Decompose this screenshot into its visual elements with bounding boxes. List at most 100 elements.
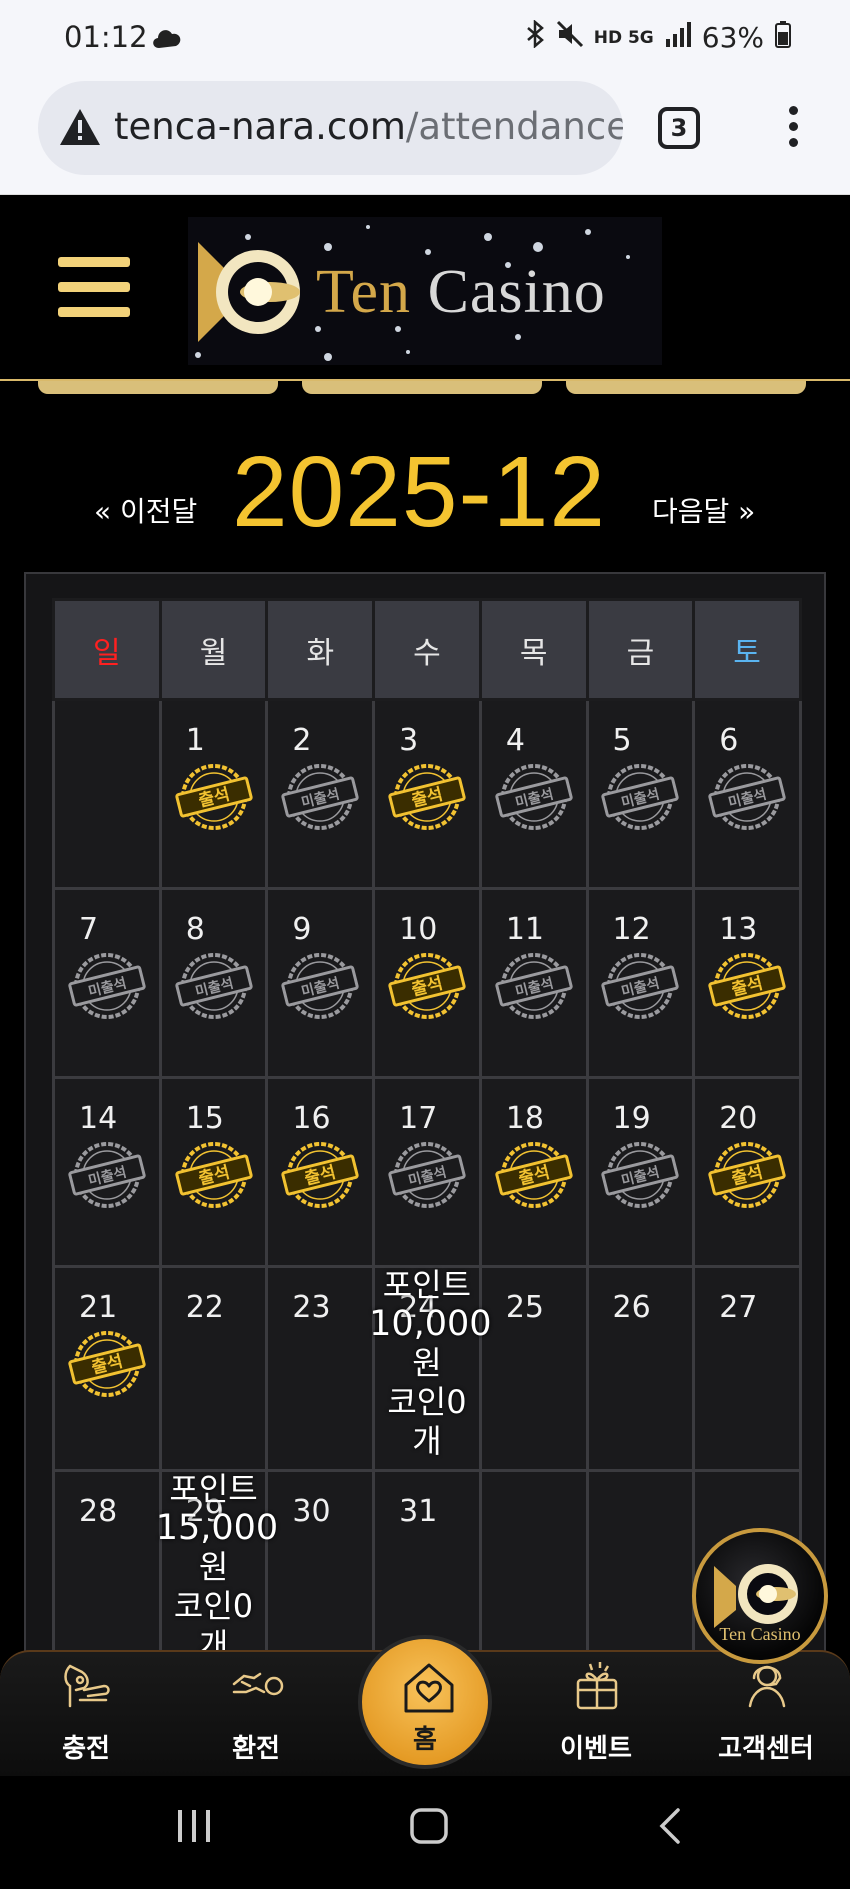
url-text[interactable]: tenca-nara.com/attendance2 bbox=[114, 105, 623, 148]
day-number: 6 bbox=[719, 723, 739, 758]
address-bar[interactable]: tenca-nara.com/attendance2 bbox=[38, 81, 623, 175]
day-cell[interactable]: 1 출석 bbox=[158, 698, 269, 890]
status-icons: HD 5G 63% bbox=[524, 19, 792, 55]
tab-switcher-button[interactable]: 3 bbox=[658, 107, 700, 149]
day-cell[interactable]: 25 bbox=[478, 1265, 589, 1472]
day-number: 14 bbox=[79, 1101, 118, 1136]
day-cell[interactable]: 4 미출석 bbox=[478, 698, 589, 890]
day-cell[interactable]: 28 bbox=[52, 1469, 162, 1672]
day-cell[interactable]: 10 출석 bbox=[372, 887, 482, 1079]
attended-stamp-icon: 출석 bbox=[280, 1135, 360, 1215]
day-number: 27 bbox=[719, 1290, 758, 1325]
back-icon[interactable] bbox=[654, 1806, 684, 1850]
home-system-icon[interactable] bbox=[408, 1806, 450, 1850]
prev-month-link[interactable]: « 이전달 bbox=[94, 490, 197, 530]
day-cell[interactable]: 20 출석 bbox=[692, 1076, 802, 1268]
day-cell[interactable]: 23 bbox=[265, 1265, 376, 1472]
day-number: 15 bbox=[185, 1101, 224, 1136]
day-cell[interactable]: 12 미출석 bbox=[585, 887, 696, 1079]
calendar-week-row: 14 미출석 15 출석 16 출석 17 미출석 18 출석 19 미출석 20 출석 bbox=[52, 1076, 802, 1268]
day-cell[interactable]: 5 미출석 bbox=[585, 698, 696, 890]
missed-stamp-icon: 미출석 bbox=[67, 1135, 147, 1215]
nav-charge[interactable]: 충전 bbox=[16, 1652, 156, 1778]
url-path: /attendance2 bbox=[405, 105, 623, 148]
header-tab[interactable] bbox=[38, 381, 278, 394]
day-cell[interactable]: 22 bbox=[158, 1265, 269, 1472]
day-cell[interactable]: 2 미출석 bbox=[265, 698, 376, 890]
reward-note: 포인트 10,000 원 코인0 개 bbox=[369, 1266, 491, 1461]
day-cell[interactable]: 3 출석 bbox=[372, 698, 482, 890]
nav-event[interactable]: 이벤트 bbox=[526, 1652, 666, 1778]
day-number: 4 bbox=[505, 723, 525, 758]
day-cell[interactable]: 16 출석 bbox=[265, 1076, 376, 1268]
hamburger-menu-icon[interactable] bbox=[58, 257, 130, 317]
day-number: 12 bbox=[612, 912, 651, 947]
day-cell[interactable]: 11 미출석 bbox=[478, 887, 589, 1079]
reward-note: 포인트 15,000 원 코인0 개 bbox=[156, 1470, 278, 1665]
attended-stamp-icon: 출석 bbox=[387, 757, 467, 837]
day-number: 30 bbox=[292, 1494, 331, 1529]
browser-toolbar: tenca-nara.com/attendance2 3 bbox=[0, 78, 850, 195]
header-tab[interactable] bbox=[566, 381, 806, 394]
site-logo[interactable]: Ten Casino bbox=[188, 217, 662, 365]
attended-stamp-icon: 출석 bbox=[387, 946, 467, 1026]
month-title: 2025-12 bbox=[232, 436, 606, 548]
browser-menu-icon[interactable] bbox=[786, 106, 800, 150]
missed-stamp-icon: 미출석 bbox=[707, 757, 787, 837]
header-tab[interactable] bbox=[302, 381, 542, 394]
warning-icon[interactable] bbox=[58, 107, 102, 151]
day-cell[interactable]: 7 미출석 bbox=[52, 887, 162, 1079]
day-cell[interactable]: 18 출석 bbox=[478, 1076, 589, 1268]
nav-charge-label: 충전 bbox=[62, 1734, 110, 1764]
home-heart-icon bbox=[404, 1663, 454, 1713]
missed-stamp-icon: 미출석 bbox=[280, 946, 360, 1026]
day-cell[interactable]: 13 출석 bbox=[692, 887, 802, 1079]
nav-support[interactable]: 고객센터 bbox=[696, 1652, 836, 1778]
day-cell[interactable]: 19 미출석 bbox=[585, 1076, 696, 1268]
empty-day-cell bbox=[52, 698, 162, 890]
day-cell[interactable]: 14 미출석 bbox=[52, 1076, 162, 1268]
day-number: 20 bbox=[719, 1101, 758, 1136]
day-number: 8 bbox=[185, 912, 205, 947]
recent-apps-icon[interactable] bbox=[174, 1806, 214, 1850]
missed-stamp-icon: 미출석 bbox=[174, 946, 254, 1026]
day-cell[interactable]: 27 bbox=[692, 1265, 802, 1472]
day-number: 28 bbox=[79, 1494, 118, 1529]
day-number: 2 bbox=[292, 723, 312, 758]
day-cell[interactable]: 26 bbox=[585, 1265, 696, 1472]
weekday-cell: 월 bbox=[158, 598, 269, 701]
weekday-header: 일월화수목금토 bbox=[52, 598, 802, 701]
site-header: Ten Casino bbox=[0, 195, 850, 381]
day-number: 7 bbox=[79, 912, 99, 947]
network-label: HD 5G bbox=[593, 27, 654, 48]
day-cell[interactable]: 29 포인트 15,000 원 코인0 개 bbox=[156, 1469, 278, 1672]
weekday-cell: 토 bbox=[692, 598, 802, 701]
mute-icon bbox=[556, 20, 584, 55]
day-cell[interactable]: 8 미출석 bbox=[158, 887, 269, 1079]
day-cell[interactable]: 6 미출석 bbox=[692, 698, 802, 890]
system-nav-bar bbox=[0, 1776, 850, 1889]
weekday-cell: 목 bbox=[478, 598, 589, 701]
day-cell[interactable]: 17 미출석 bbox=[372, 1076, 482, 1268]
day-cell[interactable]: 21 출석 bbox=[52, 1265, 162, 1472]
nav-home-button[interactable]: 홈 bbox=[358, 1635, 492, 1769]
month-navigation: « 이전달 2025-12 다음달 » bbox=[0, 425, 850, 548]
day-cell[interactable]: 30 bbox=[265, 1469, 376, 1672]
cloud-icon bbox=[150, 24, 184, 56]
day-cell[interactable]: 9 미출석 bbox=[265, 887, 376, 1079]
day-cell[interactable]: 15 출석 bbox=[158, 1076, 269, 1268]
day-number: 13 bbox=[719, 912, 758, 947]
next-month-link[interactable]: 다음달 » bbox=[652, 490, 755, 530]
attended-stamp-icon: 출석 bbox=[67, 1324, 147, 1404]
day-cell[interactable]: 24 포인트 10,000 원 코인0 개 bbox=[369, 1265, 492, 1472]
day-number: 10 bbox=[399, 912, 438, 947]
battery-icon bbox=[774, 20, 792, 55]
day-number: 9 bbox=[292, 912, 312, 947]
weekday-cell: 금 bbox=[585, 598, 696, 701]
calendar-week-row: 7 미출석 8 미출석 9 미출석 10 출석 11 미출석 12 미출석 13 출석 bbox=[52, 887, 802, 1079]
missed-stamp-icon: 미출석 bbox=[280, 757, 360, 837]
day-number: 5 bbox=[612, 723, 632, 758]
nav-exchange[interactable]: 환전 bbox=[186, 1652, 326, 1778]
floating-logo-button[interactable]: Ten Casino bbox=[692, 1528, 828, 1664]
nav-event-label: 이벤트 bbox=[560, 1734, 632, 1764]
